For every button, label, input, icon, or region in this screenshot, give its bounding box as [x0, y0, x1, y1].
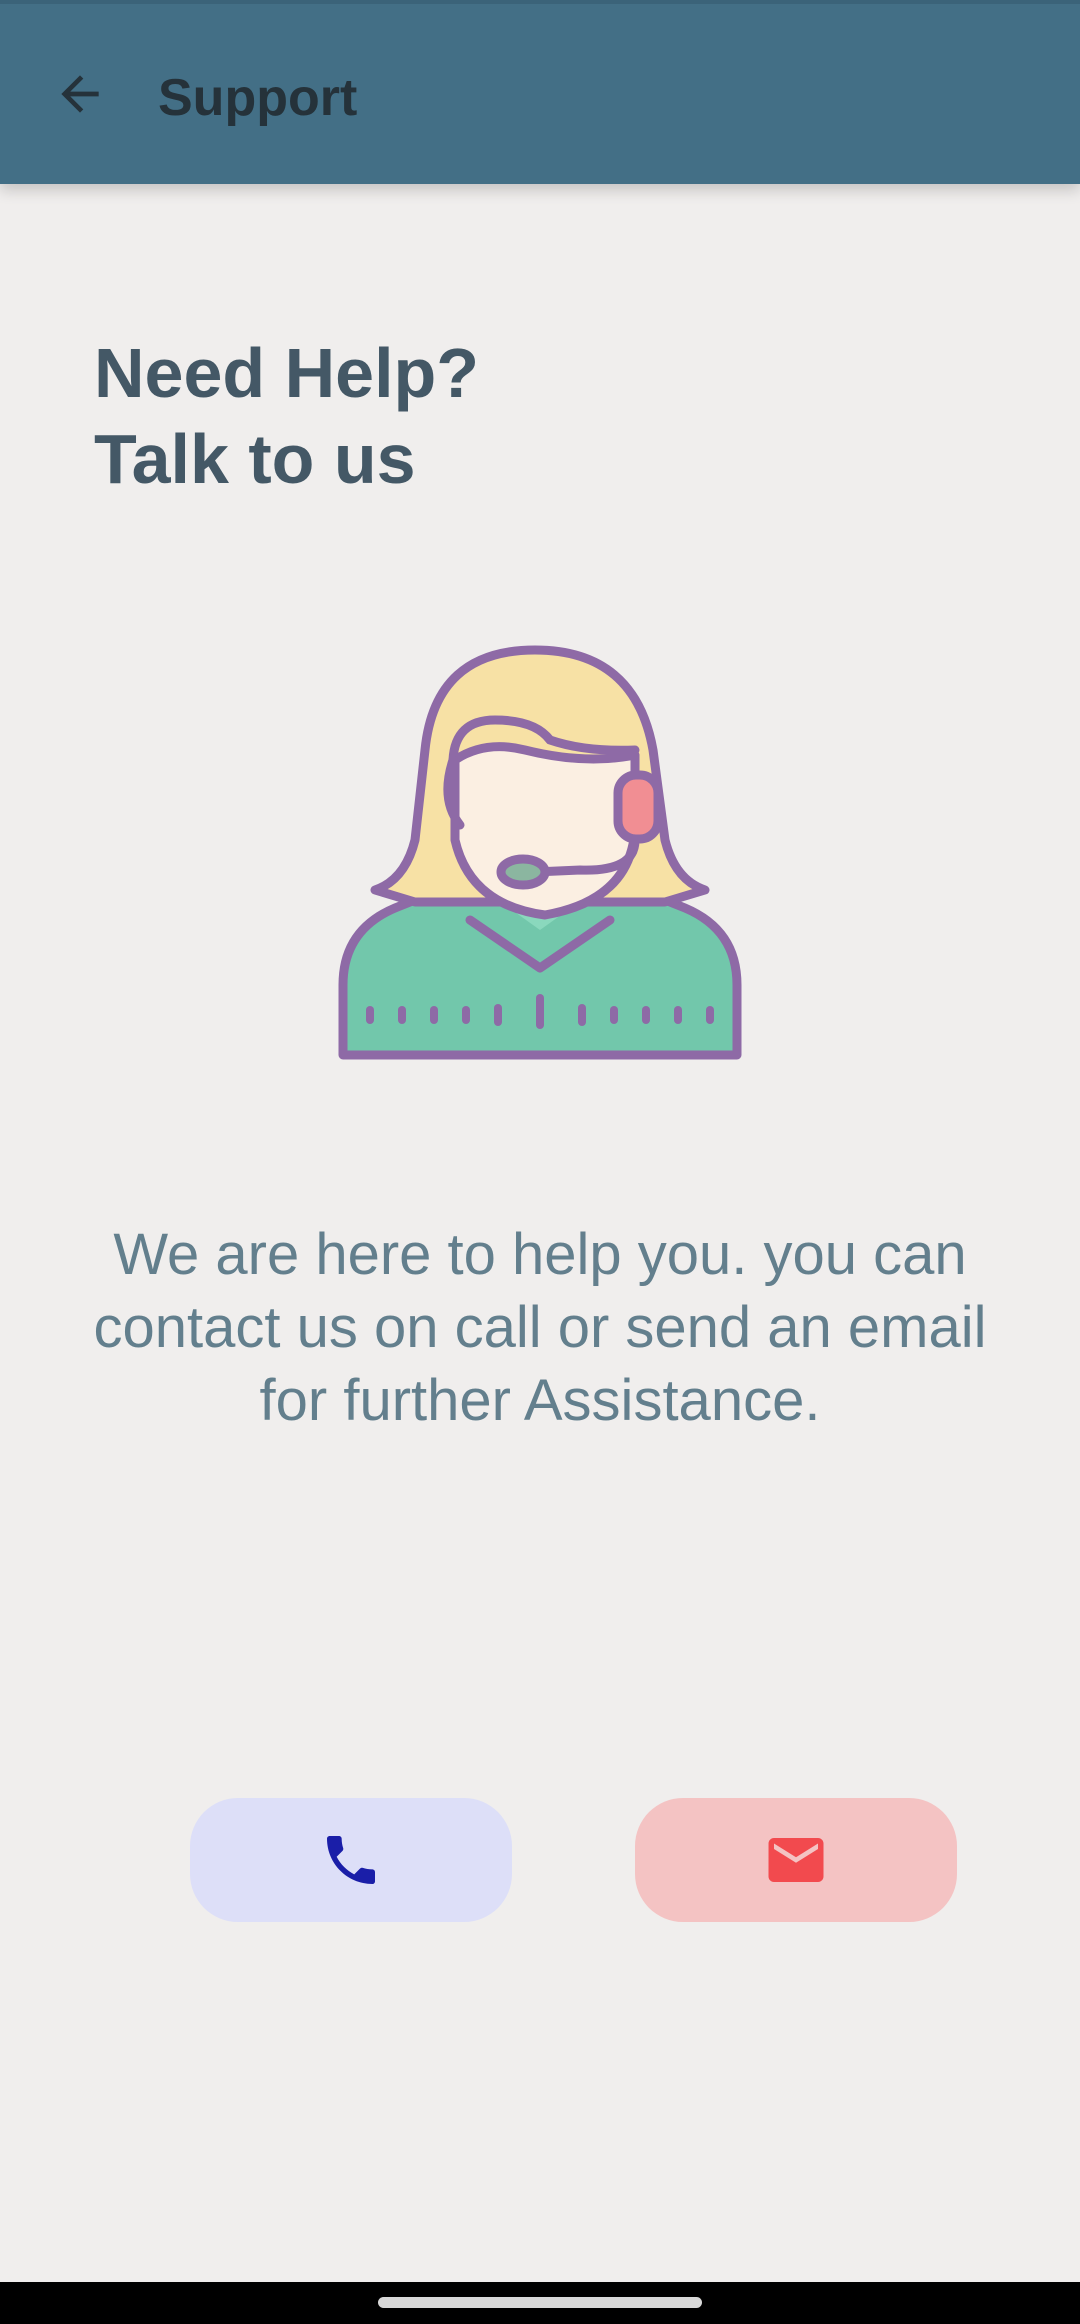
heading-line-1: Need Help?: [94, 334, 480, 412]
mail-icon: [768, 1838, 824, 1882]
page-title: Support: [158, 69, 358, 127]
home-indicator[interactable]: [378, 2297, 702, 2308]
back-button[interactable]: [40, 54, 120, 134]
heading-line-2: Talk to us: [94, 420, 416, 498]
help-description: We are here to help you. you can contact…: [93, 1222, 987, 1433]
email-button[interactable]: [635, 1798, 957, 1922]
support-agent-headset-icon: [338, 645, 742, 1060]
phone-icon: [327, 1836, 375, 1884]
help-heading: Need Help? Talk to us: [94, 330, 479, 502]
arrow-back-icon: [61, 75, 99, 113]
call-button[interactable]: [190, 1798, 512, 1922]
top-app-bar: Support: [0, 0, 1080, 184]
support-agent-illustration: [335, 640, 745, 1070]
